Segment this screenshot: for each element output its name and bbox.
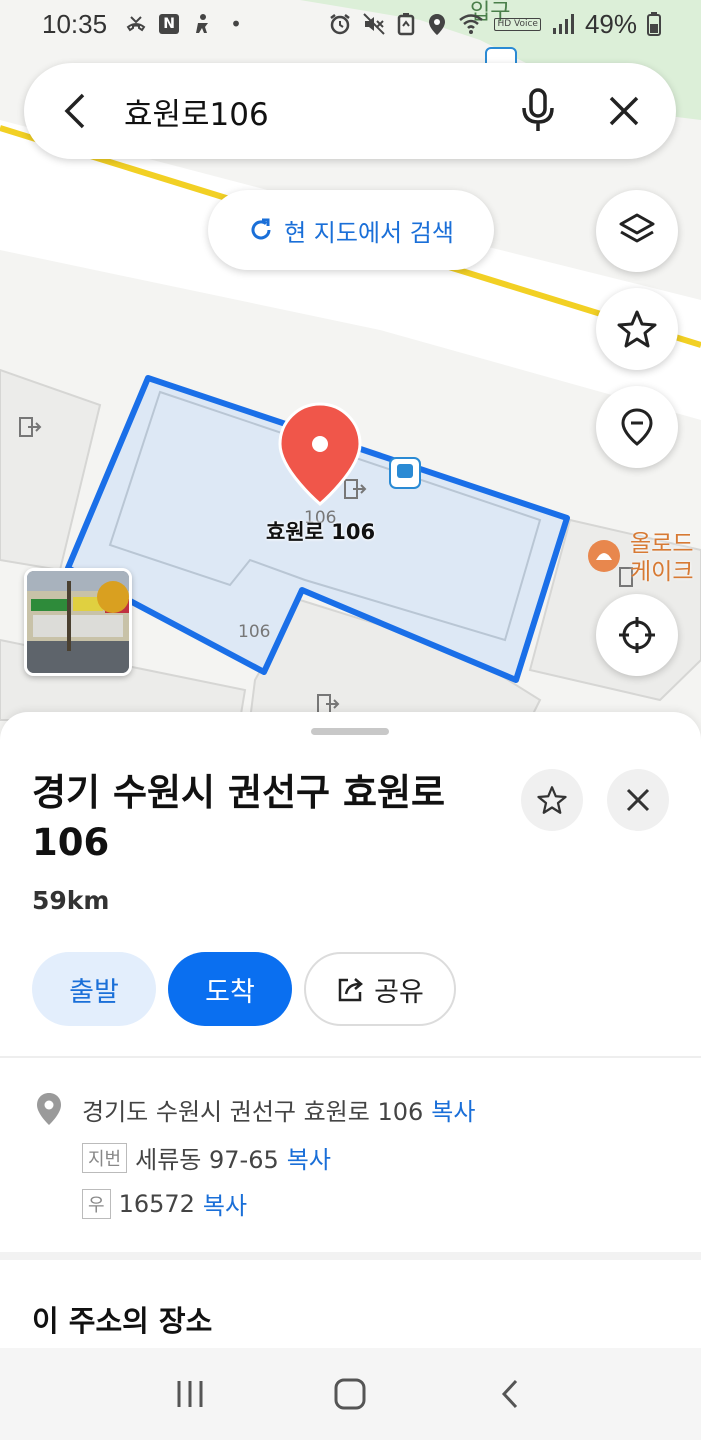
section-divider xyxy=(0,1252,701,1260)
back-icon xyxy=(501,1379,517,1409)
my-location-button[interactable] xyxy=(596,594,678,676)
place-detail-sheet[interactable]: 경기 수원시 권선구 효원로 106 59km 출발 도착 공유 경기도 수원시… xyxy=(0,712,701,1352)
share-label: 공유 xyxy=(374,976,424,1008)
back-button[interactable] xyxy=(481,1364,541,1424)
battery-icon xyxy=(647,12,661,36)
jibun-address: 세류동 97-65 xyxy=(135,1146,279,1174)
place-title: 경기 수원시 권선구 효원로 106 xyxy=(32,771,446,864)
crosshair-icon xyxy=(619,617,655,653)
share-icon xyxy=(338,978,364,1002)
zip-code: 16572 xyxy=(118,1189,195,1218)
hd-voice-badge: HD Voice xyxy=(494,17,541,31)
status-time: 10:35 xyxy=(42,8,108,39)
building-number-label-2: 106 xyxy=(238,622,271,642)
location-marker-icon xyxy=(34,1092,64,1130)
signal-icon xyxy=(552,14,574,34)
location-icon xyxy=(429,14,446,35)
saved-place-button[interactable] xyxy=(596,386,678,468)
star-icon xyxy=(617,310,657,348)
zip-row: 우 16572 복사 xyxy=(82,1186,247,1221)
refresh-icon xyxy=(251,218,271,240)
poi-name-line1: 올로드 xyxy=(630,531,694,557)
recent-apps-icon xyxy=(177,1381,203,1407)
favorite-button[interactable] xyxy=(521,769,583,831)
n-app-icon: N xyxy=(159,14,180,34)
copy-jibun-link[interactable]: 복사 xyxy=(287,1140,331,1175)
road-address-row: 경기도 수원시 권선구 효원로 106 복사 xyxy=(82,1092,475,1127)
battery-saver-icon xyxy=(398,13,415,36)
close-icon xyxy=(626,788,650,812)
search-bar[interactable]: 효원로106 xyxy=(24,63,676,159)
status-bar: 10:35 N • HD Voice 49% xyxy=(0,0,701,48)
favorites-button[interactable] xyxy=(596,288,678,370)
microphone-icon[interactable] xyxy=(508,81,568,141)
road-area xyxy=(0,120,701,420)
distance-text: 59km xyxy=(32,886,110,915)
place-label: 효원로 106 xyxy=(266,520,376,544)
home-button[interactable] xyxy=(320,1364,380,1424)
alarm-icon xyxy=(330,14,351,35)
zip-tag: 우 xyxy=(82,1188,111,1219)
search-this-area-button[interactable]: 현 지도에서 검색 xyxy=(208,190,494,270)
star-icon xyxy=(537,786,567,814)
action-buttons: 출발 도착 공유 xyxy=(32,952,456,1026)
road-address: 경기도 수원시 권선구 효원로 106 xyxy=(82,1098,424,1126)
layers-button[interactable] xyxy=(596,190,678,272)
depart-button[interactable]: 출발 xyxy=(32,952,156,1026)
dot-icon: • xyxy=(230,12,242,36)
places-section-title: 이 주소의 장소 xyxy=(32,1304,213,1338)
sheet-drag-handle[interactable] xyxy=(311,728,389,735)
recent-apps-button[interactable] xyxy=(160,1364,220,1424)
back-arrow-icon[interactable] xyxy=(46,81,106,141)
share-button[interactable]: 공유 xyxy=(304,952,456,1026)
wifi-icon xyxy=(459,14,484,34)
close-sheet-button[interactable] xyxy=(607,769,669,831)
mute-icon xyxy=(363,13,386,35)
copy-zip-link[interactable]: 복사 xyxy=(203,1186,247,1221)
arrive-button[interactable]: 도착 xyxy=(168,952,292,1026)
poi-label[interactable]: 올로드 케이크 xyxy=(630,530,693,586)
search-input[interactable]: 효원로106 xyxy=(124,89,508,134)
clear-search-icon[interactable] xyxy=(594,81,654,141)
street-view-thumbnail[interactable] xyxy=(24,568,132,676)
missed-call-icon xyxy=(125,13,147,35)
jibun-address-row: 지번 세류동 97-65 복사 xyxy=(82,1140,331,1175)
jibun-tag: 지번 xyxy=(82,1142,128,1173)
copy-road-address-link[interactable]: 복사 xyxy=(431,1092,475,1127)
poi-name-line2: 케이크 xyxy=(630,559,694,585)
battery-percent: 49% xyxy=(584,8,637,39)
home-icon xyxy=(334,1378,366,1410)
pin-outline-icon xyxy=(621,408,653,446)
system-nav-bar xyxy=(0,1348,701,1440)
divider xyxy=(0,1056,701,1058)
layers-icon xyxy=(619,213,655,243)
search-this-area-label: 현 지도에서 검색 xyxy=(284,218,454,247)
accessibility-icon xyxy=(191,13,213,35)
